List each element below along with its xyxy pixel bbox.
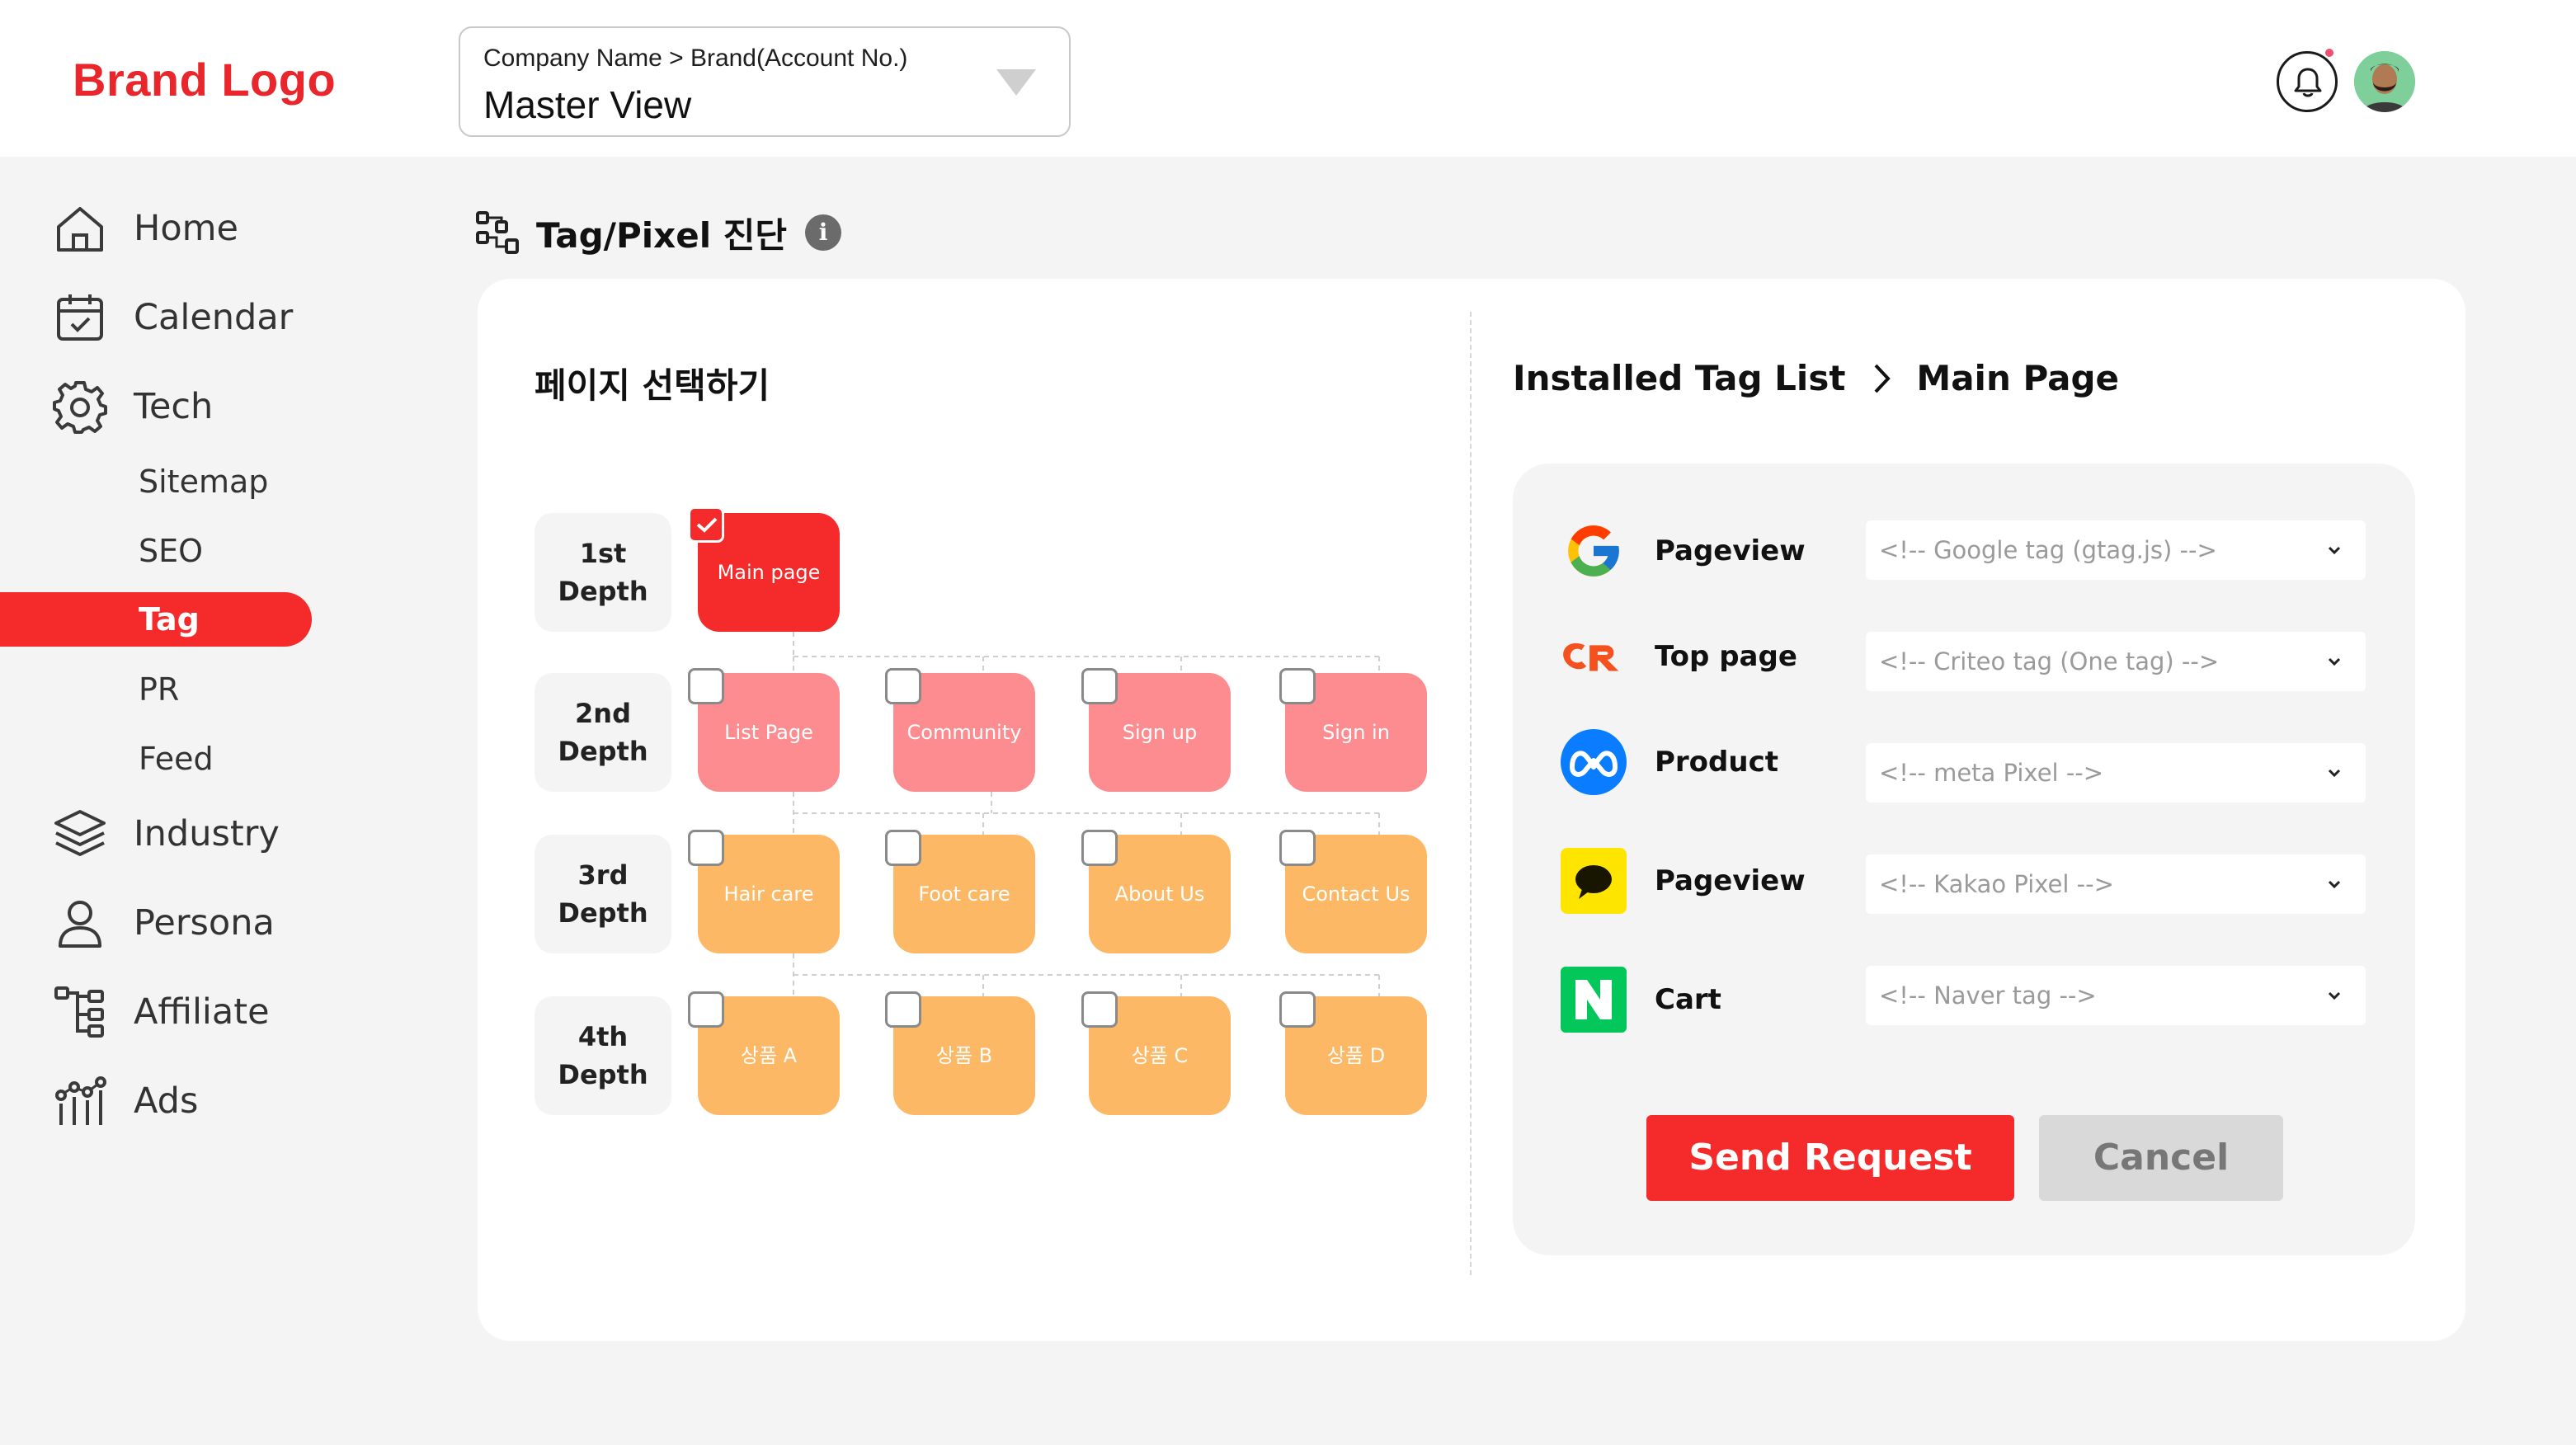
tag-select-criteo[interactable]: <!-- Criteo tag (One tag) -->	[1866, 632, 2366, 691]
page-checkbox[interactable]	[1279, 830, 1316, 866]
tag-select-value: <!-- Kakao Pixel -->	[1879, 870, 2114, 898]
page-checkbox[interactable]	[1081, 830, 1118, 866]
tag-select-meta[interactable]: <!-- meta Pixel -->	[1866, 743, 2366, 803]
page-checkbox[interactable]	[1279, 668, 1316, 704]
page-checkbox[interactable]	[885, 991, 921, 1028]
naver-icon	[1561, 967, 1627, 1033]
installed-tag-breadcrumb: Installed Tag List Main Page	[1513, 358, 2119, 398]
page-node-label: Contact Us	[1302, 883, 1410, 906]
page-checkbox[interactable]	[1081, 668, 1118, 704]
depth-label-line: 1st	[579, 538, 627, 569]
criteo-icon	[1561, 624, 1627, 690]
tag-select-google[interactable]: <!-- Google tag (gtag.js) -->	[1866, 520, 2366, 580]
depth-label-line: 4th	[577, 1021, 629, 1052]
tag-event-label: Cart	[1655, 983, 1721, 1016]
depth-label-4: 4th Depth	[535, 996, 671, 1115]
tag-select-value: <!-- Naver tag -->	[1879, 981, 2097, 1010]
page-checkbox[interactable]	[885, 668, 921, 704]
page-node-label: About Us	[1114, 883, 1205, 906]
tag-event-label: Pageview	[1655, 534, 1806, 567]
chevron-down-icon	[2328, 657, 2341, 666]
kakao-icon	[1561, 848, 1627, 914]
depth-label-line: Depth	[558, 897, 648, 929]
page-node-label: List Page	[724, 721, 813, 744]
depth-label-line: 2nd	[575, 698, 631, 729]
tag-select-naver[interactable]: <!-- Naver tag -->	[1866, 966, 2366, 1025]
tag-select-kakao[interactable]: <!-- Kakao Pixel -->	[1866, 854, 2366, 914]
tag-select-value: <!-- Google tag (gtag.js) -->	[1879, 536, 2217, 564]
tag-event-label: Product	[1655, 746, 1778, 779]
page-checkbox-main[interactable]	[688, 506, 724, 543]
send-request-button[interactable]: Send Request	[1646, 1115, 2014, 1201]
page-node-label: Sign up	[1122, 721, 1198, 744]
page-node-label: 상품 D	[1326, 1044, 1386, 1067]
depth-label-2: 2nd Depth	[535, 673, 671, 792]
chevron-down-icon	[2328, 769, 2341, 778]
page-node-label: Sign in	[1322, 721, 1390, 744]
depth-label-3: 3rd Depth	[535, 835, 671, 953]
depth-label-line: 3rd	[577, 859, 629, 891]
installed-tag-page: Main Page	[1916, 358, 2120, 398]
google-icon	[1561, 518, 1627, 584]
check-icon	[696, 517, 718, 533]
chevron-down-icon	[2328, 991, 2341, 1000]
page-checkbox[interactable]	[688, 830, 724, 866]
page-node-label: 상품 A	[740, 1044, 798, 1067]
cancel-button[interactable]: Cancel	[2039, 1115, 2283, 1201]
page-checkbox[interactable]	[885, 830, 921, 866]
depth-label-line: Depth	[558, 576, 648, 607]
page-checkbox[interactable]	[1081, 991, 1118, 1028]
tag-select-value: <!-- Criteo tag (One tag) -->	[1879, 647, 2220, 675]
chevron-down-icon	[2328, 546, 2341, 555]
page-node-label: Foot care	[918, 883, 1010, 906]
page-node-label: Community	[907, 721, 1022, 744]
page-node-label: Hair care	[723, 883, 814, 906]
depth-label-1: 1st Depth	[535, 513, 671, 632]
tag-select-value: <!-- meta Pixel -->	[1879, 759, 2104, 787]
page-checkbox[interactable]	[1279, 991, 1316, 1028]
meta-icon	[1561, 729, 1627, 795]
page-node-label: Main page	[717, 561, 821, 584]
installed-tag-title: Installed Tag List	[1513, 358, 1846, 398]
chevron-down-icon	[2328, 880, 2341, 889]
chevron-right-icon	[1874, 364, 1891, 393]
tag-event-label: Top page	[1655, 640, 1797, 673]
page-checkbox[interactable]	[688, 668, 724, 704]
page-node-label: 상품 C	[1131, 1044, 1189, 1067]
depth-label-line: Depth	[558, 1059, 648, 1090]
depth-label-line: Depth	[558, 736, 648, 767]
tag-event-label: Pageview	[1655, 864, 1806, 897]
page-node-label: 상품 B	[935, 1044, 993, 1067]
page-checkbox[interactable]	[688, 991, 724, 1028]
